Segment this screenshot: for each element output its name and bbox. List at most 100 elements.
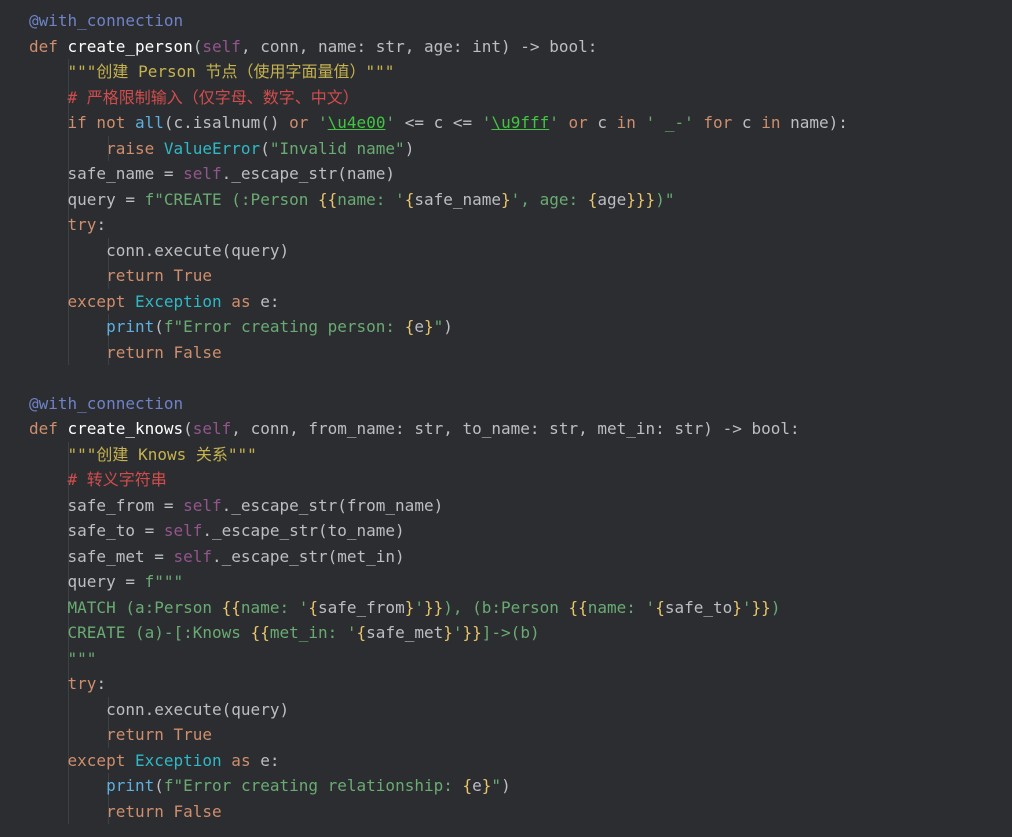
code-token: """创建 Knows 关系""" [67,444,257,464]
code-token: query = [29,572,145,591]
code-token: e [414,317,424,336]
code-line[interactable]: # 严格限制输入（仅字母、数字、中文） [29,85,359,111]
code-token: MATCH (a:Person [67,597,222,617]
code-line[interactable]: print(f"Error creating person: {e}") [29,314,453,340]
code-token: ( [154,317,164,336]
code-token: met_in: ' [269,623,357,642]
code-line[interactable]: """创建 Person 节点（使用字面量值）""" [29,59,395,85]
code-token: return True [106,266,213,285]
code-line[interactable]: return True [29,722,212,748]
code-line[interactable]: query = f""" [29,569,184,595]
code-token: } [404,597,415,617]
code-token: safe_met [366,623,444,642]
code-editor[interactable]: @with_connection def create_person(self, … [0,0,1012,837]
code-line[interactable]: safe_to = self._escape_str(to_name) [29,518,405,544]
code-token: self [192,419,232,438]
code-line[interactable]: conn.execute(query) [29,238,289,264]
code-line[interactable]: return False [29,340,222,366]
code-line[interactable]: safe_name = self._escape_str(name) [29,161,396,187]
code-line[interactable]: @with_connection [29,8,183,34]
code-line[interactable]: raise ValueError("Invalid name") [29,136,414,162]
code-line[interactable]: try: [29,671,107,697]
code-token: e [472,776,482,795]
code-token: safe_to [664,597,733,617]
code-line[interactable]: """创建 Knows 关系""" [29,442,257,468]
code-token: self [173,546,213,566]
code-token: create_person [67,36,193,56]
code-token: }} [751,597,771,617]
code-token: ' [452,623,463,642]
code-token: f"Error creating relationship: [163,776,463,795]
code-token: in [616,113,646,132]
code-line[interactable]: """ [29,646,97,672]
code-token: { [308,597,318,617]
code-token: conn.execute(query) [29,699,290,719]
code-line[interactable]: def create_person(self, conn, name: str,… [29,34,597,60]
code-line[interactable]: conn.execute(query) [29,697,289,723]
code-line[interactable]: query = f"CREATE (:Person {{name: '{safe… [29,187,675,213]
code-token: { [587,189,598,209]
code-token: return False [106,801,222,821]
code-line[interactable]: try: [29,212,107,238]
code-token: return True [106,725,213,744]
code-token: ', age: [510,189,588,209]
code-token: " [491,776,502,795]
code-token: except [67,291,135,311]
code-token: self [202,36,241,56]
code-token: """ [67,648,97,668]
code-token: { [356,623,367,642]
code-token: print [106,776,155,795]
code-line[interactable]: MATCH (a:Person {{name: '{safe_from}'}})… [29,595,781,621]
code-token: ' [741,597,752,617]
code-line[interactable]: except Exception as e: [29,289,280,315]
code-token: f"Error creating person: [163,317,405,336]
code-token: ( [154,776,164,795]
code-token: ) [443,317,453,336]
code-line[interactable]: CREATE (a)-[:Knows {{met_in: '{safe_met}… [29,620,540,646]
code-token: safe_from [318,597,405,617]
code-line[interactable]: def create_knows(self, conn, from_name: … [29,416,800,442]
code-token: }}} [626,189,656,209]
code-token: e: [260,750,280,770]
code-token: : [96,674,107,693]
code-token: ), (b:Person [443,597,569,617]
code-line[interactable]: safe_from = self._escape_str(from_name) [29,493,444,519]
code-token: def [29,36,68,56]
code-token: self [163,521,203,540]
code-token: as [221,750,261,770]
code-token: in [761,113,791,132]
code-token: ) [770,597,781,617]
code-token: c [597,113,617,132]
code-line[interactable]: return False [29,799,222,825]
code-token: , conn, name: str, age: int) -> bool: [240,36,598,56]
code-line[interactable]: return True [29,263,212,289]
code-line[interactable]: @with_connection [29,391,183,417]
code-line[interactable]: # 转义字符串 [29,467,167,493]
code-token: ' [481,113,492,132]
code-token: { [462,776,473,795]
code-token: , conn, from_name: str, to_name: str, me… [231,419,800,438]
code-token: ._escape_str(met_in) [212,546,405,566]
code-token: def [29,419,68,438]
code-token: {{ [568,597,588,617]
code-token: } [423,317,434,336]
code-token: ' _-' [645,113,694,132]
code-line[interactable]: except Exception as e: [29,748,280,774]
code-token: ' [318,113,328,132]
code-line[interactable]: print(f"Error creating relationship: {e}… [29,773,511,799]
code-line[interactable]: safe_met = self._escape_str(met_in) [29,544,405,570]
code-token: ' [549,113,559,132]
code-token: safe_name = [29,164,184,183]
code-line[interactable]: if not all(c.isalnum() or '\u4e00' <= c … [29,110,848,136]
code-token: for [693,113,742,132]
